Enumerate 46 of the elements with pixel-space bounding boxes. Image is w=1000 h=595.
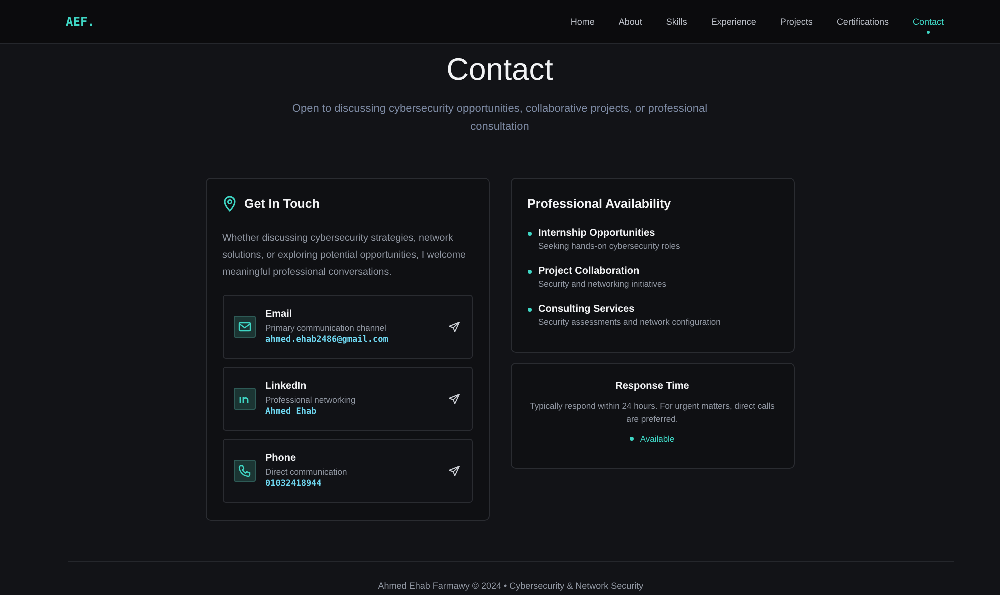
nav-link[interactable]: Projects: [780, 10, 813, 34]
phone-badge-icon: [234, 460, 256, 482]
card-title: Get In Touch: [244, 196, 320, 213]
card-title: Professional Availability: [528, 196, 672, 213]
method-title: Phone: [266, 452, 298, 466]
availability-title: Consulting Services: [538, 303, 636, 316]
contact-method-card[interactable]: LinkedIn Professional networking Ahmed Ehab: [222, 367, 472, 431]
nav-link[interactable]: About: [618, 10, 642, 34]
contact-method-card[interactable]: Phone Direct communication 01032418944: [222, 439, 472, 503]
availability-description: Seeking hands-on cybersecurity roles: [538, 240, 680, 253]
bullet-icon: [528, 232, 532, 236]
logo[interactable]: AEF.: [66, 14, 95, 28]
availability-title: Internship Opportunities: [538, 227, 656, 240]
availability-title: Project Collaboration: [538, 265, 641, 278]
status-text: Available: [640, 434, 675, 444]
availability-description: Security assessments and network configuration: [538, 316, 721, 329]
intro-text: Whether discussing cybersecurity strategies, network solutions, or exploring potential opportunities, I welcome meaningful professional conversations.: [222, 232, 467, 280]
card-title: Response Time: [616, 380, 690, 394]
method-title: Email: [266, 308, 294, 322]
nav-link[interactable]: Contact: [912, 10, 944, 34]
nav-link[interactable]: Home: [570, 10, 595, 34]
method-value[interactable]: 01032418944: [266, 478, 438, 490]
envelope-badge-icon: [234, 316, 256, 338]
send-icon[interactable]: [448, 466, 460, 476]
page-subtitle: Open to discussing cybersecurity opportunities, collaborative projects, or professional consultation: [291, 102, 709, 135]
linkedin-badge-icon: [234, 388, 256, 410]
contact-method-card[interactable]: Email Primary communication channel ahmed.ehab2486@gmail.com: [222, 295, 472, 359]
status-dot-icon: [630, 437, 634, 441]
nav-link[interactable]: Certifications: [836, 10, 889, 34]
availability-description: Security and networking initiatives: [538, 278, 667, 291]
method-description: Professional networking: [266, 394, 357, 406]
method-value[interactable]: ahmed.ehab2486@gmail.com: [266, 334, 438, 346]
bullet-icon: [528, 308, 532, 312]
send-icon[interactable]: [448, 322, 460, 332]
method-title: LinkedIn: [266, 380, 308, 394]
nav-link[interactable]: Skills: [666, 10, 688, 34]
method-value[interactable]: Ahmed Ehab: [266, 406, 438, 418]
footer-text: Ahmed Ehab Farmawy © 2024 • Cybersecurity & Network Security: [377, 580, 645, 592]
location-pin-icon: [222, 196, 236, 212]
nav-link[interactable]: Experience: [711, 10, 756, 34]
method-description: Primary communication channel: [266, 322, 388, 334]
response-text: Typically respond within 24 hours. For urgent matters, direct calls are preferred.: [529, 400, 776, 426]
bullet-icon: [528, 270, 532, 274]
send-icon[interactable]: [448, 394, 460, 404]
page-title: Contact: [446, 52, 554, 88]
method-description: Direct communication: [266, 466, 348, 478]
